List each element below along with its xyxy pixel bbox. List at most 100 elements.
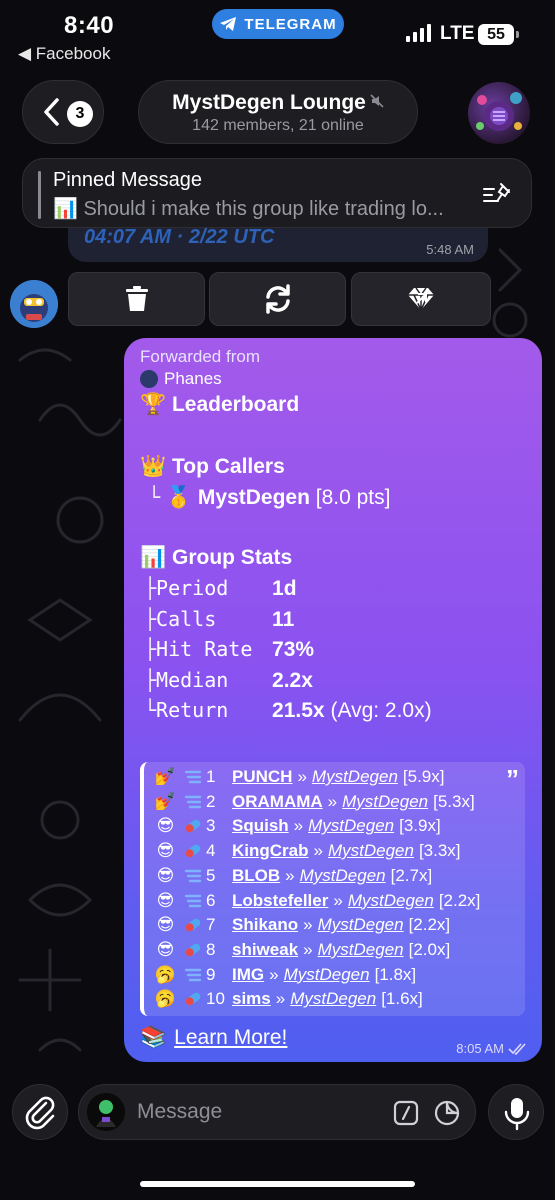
call-tag-icon [179, 890, 206, 912]
stat-row: ├Median 2.2x [144, 668, 313, 693]
call-caller-link[interactable]: MystDegen [284, 965, 370, 985]
pinned-indicator [38, 171, 41, 219]
call-rank: 10 [206, 989, 225, 1009]
call-multiplier: [2.0x] [408, 939, 451, 959]
send-as-avatar-art [87, 1093, 125, 1131]
books-icon: 📚 [140, 1026, 167, 1049]
call-row[interactable]: 😎 6 Lobstefeller» MystDegen [2.2x] [152, 890, 481, 912]
bot-command-icon[interactable] [393, 1100, 419, 1126]
call-caller-link[interactable]: MystDegen [318, 940, 404, 960]
call-token-link[interactable]: IMG [232, 965, 264, 985]
call-row[interactable]: 💅 2 ORAMAMA» MystDegen [5.3x] [152, 791, 475, 813]
call-multiplier: [2.7x] [390, 865, 433, 885]
call-separator: » [327, 791, 338, 811]
call-row[interactable]: 💅 1 PUNCH » MystDegen [5.9x] [152, 766, 445, 788]
pinned-list-icon[interactable] [481, 181, 513, 207]
call-status-emoji: 😎 [156, 816, 175, 836]
sender-avatar-art [10, 280, 58, 328]
speed-lines-icon [184, 869, 201, 882]
forwarded-message-bubble[interactable]: Forwarded from Phanes 🏆 Leaderboard 👑 To… [124, 338, 542, 1062]
learn-more-link[interactable]: Learn More! [174, 1026, 287, 1050]
call-caller-link[interactable]: MystDegen [308, 816, 394, 836]
call-row[interactable]: 😎 4 KingCrab» MystDegen [3.3x] [152, 840, 461, 862]
call-tag-icon [179, 988, 206, 1010]
stat-label: Calls [156, 606, 217, 631]
forwarded-source[interactable]: Phanes [140, 369, 222, 389]
top-caller-name: MystDegen [197, 486, 310, 509]
message-input[interactable] [137, 1093, 377, 1131]
paperclip-icon [25, 1096, 55, 1130]
call-row[interactable]: 😎 8 shiweak» MystDegen [2.0x] [152, 939, 451, 961]
sender-avatar[interactable] [10, 280, 58, 328]
call-caller-link[interactable]: MystDegen [318, 915, 404, 935]
call-token-link[interactable]: BLOB [232, 866, 280, 886]
forwarded-source-avatar [140, 370, 158, 388]
call-multiplier: [3.3x] [418, 841, 461, 861]
forwarded-label: Forwarded from [140, 347, 260, 366]
call-caller-link[interactable]: MystDegen [328, 841, 414, 861]
call-token-link[interactable]: shiweak [232, 940, 298, 960]
back-to-app-link[interactable]: ◀ Facebook [18, 44, 110, 64]
call-caller-link[interactable]: MystDegen [300, 866, 386, 886]
call-row[interactable]: 😎 7 Shikano» MystDegen [2.2x] [152, 914, 451, 936]
call-token-link[interactable]: Lobstefeller [232, 891, 328, 911]
message-input-bar[interactable] [78, 1084, 476, 1140]
call-token-link[interactable]: KingCrab [232, 841, 309, 861]
message-timestamp: 8:05 AM [456, 1041, 504, 1056]
status-bar: 8:40 ◀ Facebook TELEGRAM LTE 55 [0, 0, 555, 70]
speed-lines-icon [184, 795, 201, 808]
call-status-emoji: 😎 [156, 915, 175, 935]
learn-more-row[interactable]: 📚 Learn More! [140, 1026, 287, 1050]
refresh-inline-button[interactable] [209, 272, 346, 326]
call-status-emoji: 💅 [154, 767, 177, 786]
chat-title-area[interactable]: MystDegen Lounge 142 members, 21 online [138, 80, 418, 144]
delete-inline-button[interactable] [68, 272, 205, 326]
tree-branch: ├ [144, 637, 157, 661]
message-time: 8:05 AM [456, 1041, 528, 1056]
quote-icon: ” [506, 764, 519, 794]
diamond-inline-button[interactable] [351, 272, 491, 326]
call-rank: 1 [206, 767, 216, 786]
call-caller-link[interactable]: MystDegen [342, 792, 428, 812]
voice-message-button[interactable] [488, 1084, 544, 1140]
call-row[interactable]: 😎 5 BLOB» MystDegen [2.7x] [152, 865, 433, 887]
group-stats-title: 📊 Group Stats [140, 546, 293, 569]
call-rank: 8 [206, 939, 216, 959]
call-caller-link[interactable]: MystDegen [290, 989, 376, 1009]
back-button[interactable]: 3 [22, 80, 104, 144]
battery-icon: 55 [478, 24, 519, 45]
send-as-avatar[interactable] [87, 1093, 125, 1131]
external-link-arrow-icon [416, 293, 427, 304]
pill-icon [185, 844, 200, 858]
call-tag-icon [179, 815, 206, 837]
call-row[interactable]: 🥱 10 sims» MystDegen [1.6x] [152, 988, 423, 1010]
stat-row: ├Hit Rate 73% [144, 637, 314, 662]
call-tag-icon [179, 865, 206, 887]
call-token-link[interactable]: Shikano [232, 915, 298, 935]
call-separator: » [303, 939, 313, 959]
pinned-text: 📊 Should i make this group like trading … [53, 198, 444, 220]
pill-icon [185, 918, 200, 932]
speed-lines-icon [184, 770, 201, 784]
call-token-link[interactable]: Squish [232, 816, 289, 836]
group-avatar[interactable] [468, 82, 530, 144]
call-separator: » [285, 865, 295, 885]
call-tag-icon [179, 964, 206, 986]
network-type: LTE [440, 23, 475, 44]
call-row[interactable]: 😎 3 Squish» MystDegen [3.9x] [152, 815, 441, 837]
telegram-pill[interactable]: TELEGRAM [212, 9, 344, 39]
stat-label: Return [156, 698, 229, 722]
call-status-emoji: 💅 [154, 791, 177, 811]
call-caller-link[interactable]: MystDegen [312, 767, 398, 787]
tree-branch: ├ [144, 667, 157, 692]
sticker-icon[interactable] [433, 1099, 461, 1127]
call-row[interactable]: 🥱 9 IMG» MystDegen [1.8x] [152, 964, 416, 986]
pinned-message-bar[interactable]: Pinned Message 📊 Should i make this grou… [22, 158, 532, 228]
attach-button[interactable] [12, 1084, 68, 1140]
call-token-link[interactable]: PUNCH [232, 767, 292, 787]
call-separator: » [333, 890, 343, 910]
call-caller-link[interactable]: MystDegen [348, 891, 434, 911]
call-token-link[interactable]: sims [232, 989, 271, 1009]
call-token-link[interactable]: ORAMAMA [232, 792, 323, 812]
stat-label: Hit Rate [156, 637, 253, 661]
